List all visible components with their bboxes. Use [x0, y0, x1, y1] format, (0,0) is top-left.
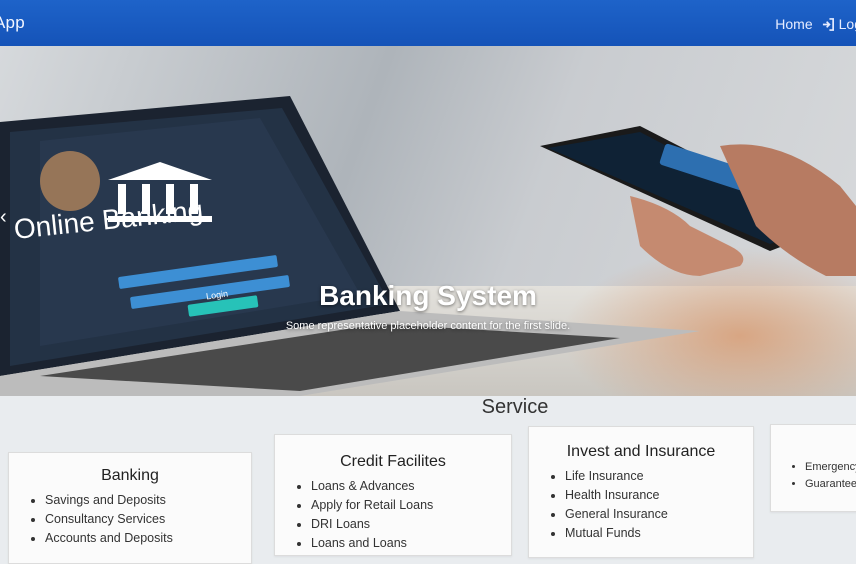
slide-caption-text: Some representative placeholder content … — [285, 320, 571, 332]
card-list: Loans & Advances Apply for Retail Loans … — [275, 479, 511, 550]
card-title — [771, 429, 856, 439]
list-item[interactable]: Guarantee — [805, 478, 856, 490]
login-label: Log — [838, 16, 856, 32]
list-item[interactable]: Consultancy Services — [45, 512, 251, 526]
card-title: Credit Facilites — [340, 453, 446, 470]
list-item[interactable]: Health Insurance — [565, 488, 753, 502]
service-card-credit: Credit Facilites Loans & Advances Apply … — [274, 434, 512, 556]
service-card-banking: Banking Savings and Deposits Consultancy… — [8, 452, 252, 564]
list-item[interactable]: Emergency — [805, 461, 856, 473]
list-item[interactable]: Savings and Deposits — [45, 493, 251, 507]
card-list: Emergency Guarantee — [771, 461, 856, 490]
brand-logo[interactable]: App — [0, 13, 25, 33]
nav-home-link[interactable]: Home — [775, 16, 812, 32]
service-card-invest: Invest and Insurance Life Insurance Heal… — [528, 426, 754, 558]
nav-login-link[interactable]: Log — [822, 16, 856, 32]
service-card-other: Emergency Guarantee — [770, 424, 856, 512]
list-item[interactable]: Loans and Loans — [311, 536, 511, 550]
slide-caption-title: Banking System — [319, 280, 537, 311]
hero-carousel: . Online Banking Login ‹ Banking System … — [0, 46, 856, 396]
list-item[interactable]: Loans & Advances — [311, 479, 511, 493]
top-navbar: App Home Log — [0, 0, 856, 46]
card-title: Invest and Insurance — [566, 443, 716, 460]
login-icon — [822, 17, 835, 31]
nav-links: Home Log — [775, 16, 856, 32]
list-item[interactable]: Apply for Retail Loans — [311, 498, 511, 512]
list-item[interactable]: Accounts and Deposits — [45, 531, 251, 545]
card-title: Banking — [101, 467, 159, 484]
list-item[interactable]: General Insurance — [565, 507, 753, 521]
card-list: Savings and Deposits Consultancy Service… — [9, 493, 251, 545]
list-item[interactable]: Life Insurance — [565, 469, 753, 483]
list-item[interactable]: Mutual Funds — [565, 526, 753, 540]
card-list: Life Insurance Health Insurance General … — [529, 469, 753, 540]
services-title: Service — [481, 396, 549, 418]
carousel-prev-control[interactable]: ‹ — [0, 206, 7, 229]
list-item[interactable]: DRI Loans — [311, 517, 511, 531]
